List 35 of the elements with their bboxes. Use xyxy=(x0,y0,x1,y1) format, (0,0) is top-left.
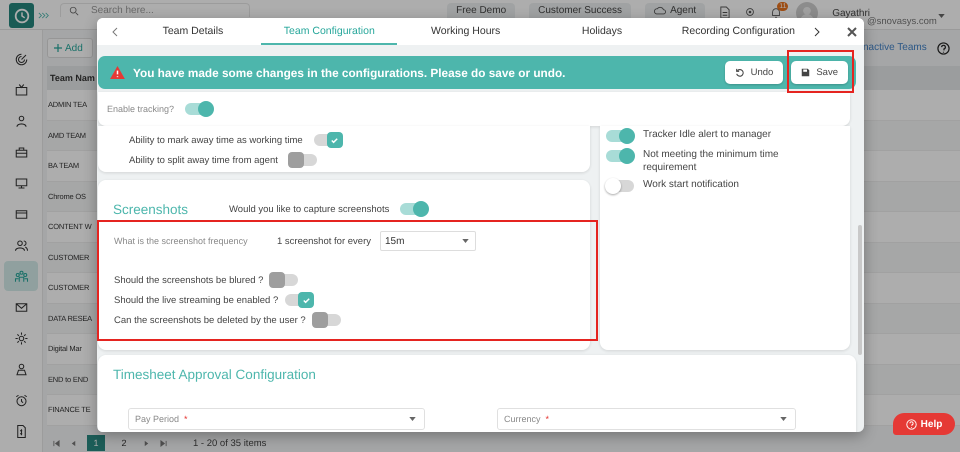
page-button[interactable]: 1 xyxy=(87,435,105,451)
toggle-label: Enable tracking? xyxy=(107,104,174,114)
option-label: Would you like to capture screenshots xyxy=(229,204,390,214)
select-field[interactable]: Currency * xyxy=(497,408,796,430)
option-label: Ability to split away time from agent xyxy=(129,154,278,166)
save-button[interactable]: Save xyxy=(791,61,848,84)
help-button[interactable]: Help xyxy=(893,413,955,435)
pagination-summary: 1 - 20 of 35 items xyxy=(193,438,266,448)
option-label: Should the live streaming be enabled ? xyxy=(114,294,278,306)
tab[interactable]: Recording Configuration xyxy=(670,18,807,45)
column-header: Team Nam xyxy=(50,73,95,83)
undo-button[interactable]: Undo xyxy=(724,61,784,84)
tab[interactable]: Team Configuration xyxy=(261,18,398,45)
header-button[interactable]: Customer Success xyxy=(529,3,632,18)
tab[interactable]: Working Hours xyxy=(397,18,534,45)
user-name: Gayathri xyxy=(832,8,870,19)
option-label: Tracker Idle alert to manager xyxy=(643,128,772,141)
frequency-select[interactable]: 15m xyxy=(380,231,476,251)
option-label: Work start notification xyxy=(643,178,740,191)
option-label: Ability to mark away time as working time xyxy=(129,134,303,146)
frequency-prefix: 1 screenshot for every xyxy=(277,236,372,246)
tab[interactable]: Holidays xyxy=(534,18,670,45)
page-button[interactable]: 2 xyxy=(115,435,133,451)
tab[interactable]: Team Details xyxy=(124,18,262,45)
select-field[interactable]: Pay Period * xyxy=(128,408,425,430)
section-title: Screenshots xyxy=(113,202,190,216)
user-email: @snovasys.com xyxy=(867,16,937,27)
option-label: Should the screenshots be blured ? xyxy=(114,274,264,286)
frequency-label: What is the screenshot frequency xyxy=(114,236,249,246)
banner-message: You have made some changes in the configurations. Please do save or undo. xyxy=(133,66,566,80)
header-button[interactable]: Free Demo xyxy=(447,3,516,18)
section-title: Timesheet Approval Configuration xyxy=(113,367,317,382)
option-label: Not meeting the minimum time requirement xyxy=(643,148,780,174)
option-label: Can the screenshots be deleted by the user ? xyxy=(114,314,306,326)
agent-button[interactable]: Agent xyxy=(645,3,706,18)
